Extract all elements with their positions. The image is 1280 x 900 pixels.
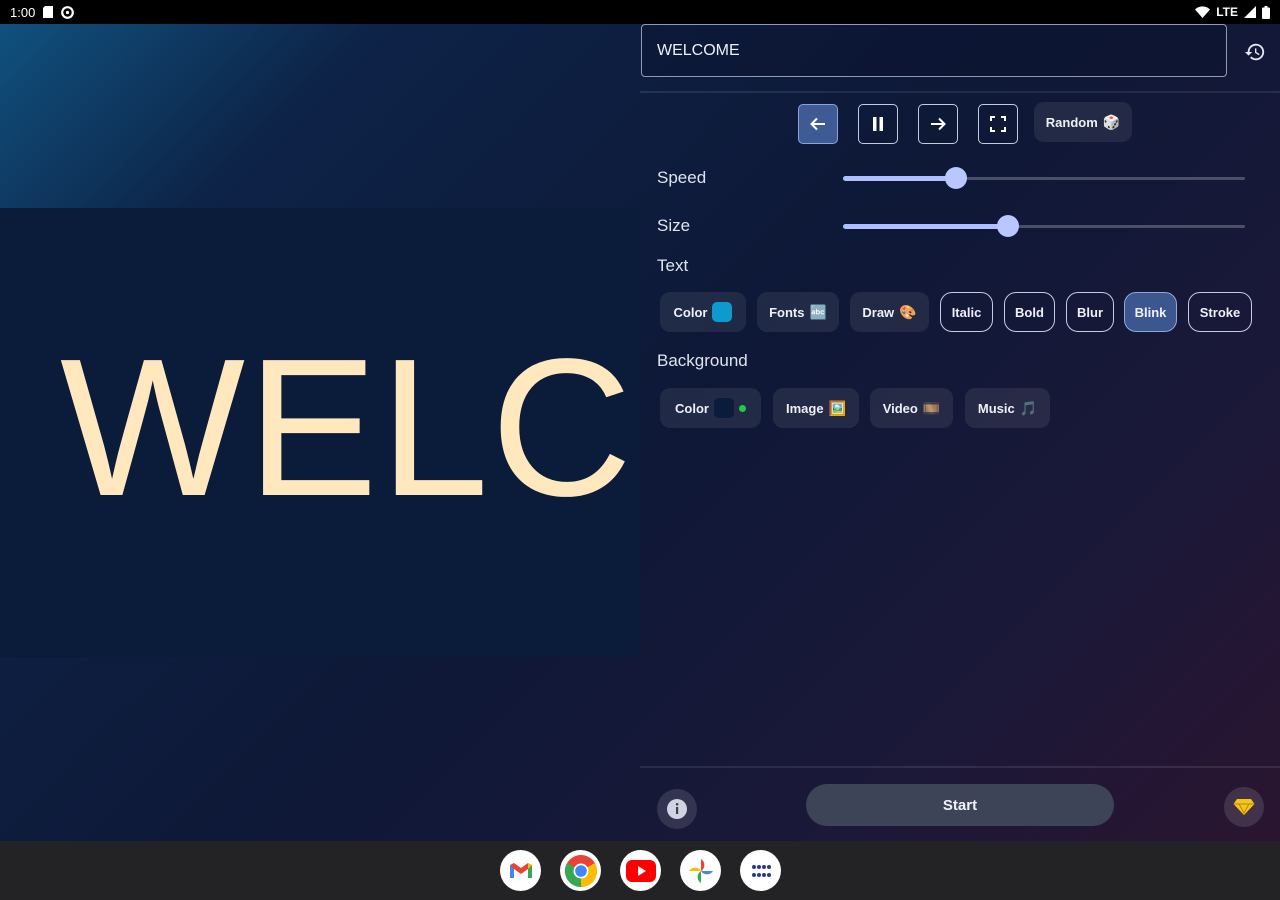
size-slider-fill: [843, 224, 1008, 229]
blink-toggle[interactable]: Blink: [1124, 292, 1177, 332]
speed-label: Speed: [657, 168, 707, 187]
premium-button[interactable]: [1224, 787, 1264, 827]
youtube-app-button[interactable]: [620, 850, 661, 891]
scroll-left-button[interactable]: [798, 104, 838, 144]
battery-icon: [1262, 5, 1270, 19]
size-label: Size: [657, 216, 691, 235]
background-color-chip[interactable]: Color: [660, 388, 761, 428]
music-note-icon: 🎵: [1019, 399, 1038, 416]
sd-card-icon: [43, 6, 54, 18]
network-type: LTE: [1216, 5, 1238, 19]
background-video-chip[interactable]: Video 🎞️: [870, 388, 953, 428]
size-slider[interactable]: [843, 215, 1245, 237]
status-bar: 1:00 LTE: [0, 0, 1280, 24]
fonts-icon: 🔤: [809, 303, 827, 320]
text-color-chip[interactable]: Color: [660, 292, 746, 332]
photos-icon: [687, 857, 715, 885]
fullscreen-icon: [990, 116, 1006, 132]
blur-toggle[interactable]: Blur: [1066, 292, 1114, 332]
taskbar: [0, 841, 1280, 900]
preview-area[interactable]: WELCOME: [0, 208, 640, 657]
history-button[interactable]: [1243, 40, 1267, 64]
background-video-label: Video: [882, 400, 918, 416]
history-icon: [1244, 41, 1266, 63]
info-button[interactable]: [657, 789, 697, 829]
app-launcher-icon: [751, 864, 771, 878]
wifi-icon: [1195, 6, 1211, 18]
blur-label: Blur: [1077, 304, 1103, 320]
background-image-label: Image: [785, 400, 824, 416]
gmail-app-button[interactable]: [500, 850, 541, 891]
background-section-heading: Background: [657, 351, 748, 370]
message-input-value: WELCOME: [657, 41, 740, 59]
palette-icon: 🎨: [899, 303, 917, 320]
background-image-chip[interactable]: Image 🖼️: [773, 388, 859, 428]
gmail-icon: [509, 862, 533, 880]
text-color-swatch: [712, 302, 733, 322]
settings-panel: WELCOME Random 🎲 Speed Size Text Color F…: [640, 24, 1280, 841]
arrow-left-icon: [809, 115, 827, 133]
text-section-heading: Text: [657, 256, 689, 275]
chrome-icon: [564, 854, 598, 888]
size-slider-thumb[interactable]: [996, 215, 1019, 237]
fonts-chip[interactable]: Fonts 🔤: [757, 292, 839, 332]
blink-label: Blink: [1134, 304, 1167, 320]
signal-icon: [1244, 6, 1256, 18]
fonts-label: Fonts: [769, 304, 805, 320]
app-window: WELCOME WELCOME: [0, 24, 1280, 841]
info-icon: [666, 798, 688, 820]
stroke-toggle[interactable]: Stroke: [1188, 292, 1252, 332]
speed-slider-thumb[interactable]: [944, 167, 967, 189]
image-icon: 🖼️: [828, 399, 846, 416]
background-music-chip[interactable]: Music 🎵: [965, 388, 1050, 428]
draw-label: Draw: [862, 304, 895, 320]
fullscreen-button[interactable]: [978, 104, 1018, 144]
draw-chip[interactable]: Draw 🎨: [850, 292, 929, 332]
film-icon: 🎞️: [922, 399, 941, 416]
random-button[interactable]: Random 🎲: [1034, 102, 1132, 142]
background-color-label: Color: [675, 400, 709, 416]
pause-icon: [871, 116, 885, 132]
speed-slider-fill: [843, 176, 956, 181]
app-launcher-button[interactable]: [740, 850, 781, 891]
random-label: Random: [1045, 114, 1098, 130]
scroll-right-button[interactable]: [918, 104, 958, 144]
stroke-label: Stroke: [1199, 304, 1241, 320]
bold-label: Bold: [1015, 304, 1044, 320]
top-divider: [640, 91, 1280, 93]
bold-toggle[interactable]: Bold: [1004, 292, 1055, 332]
chrome-app-button[interactable]: [560, 850, 601, 891]
background-color-swatch: [713, 398, 734, 418]
speed-slider[interactable]: [843, 167, 1245, 189]
arrow-right-icon: [929, 115, 947, 133]
message-input[interactable]: WELCOME: [641, 24, 1227, 77]
settings-gear-icon: [61, 5, 75, 19]
background-music-label: Music: [977, 400, 1015, 416]
photos-app-button[interactable]: [680, 850, 721, 891]
italic-toggle[interactable]: Italic: [940, 292, 993, 332]
start-label: Start: [942, 796, 978, 814]
diamond-icon: [1233, 798, 1255, 816]
youtube-icon: [625, 859, 656, 882]
bottom-divider: [640, 766, 1280, 768]
start-button[interactable]: Start: [806, 784, 1114, 826]
text-color-label: Color: [673, 304, 708, 320]
pause-button[interactable]: [858, 104, 898, 144]
background-color-indicator: [738, 404, 746, 412]
italic-label: Italic: [951, 304, 982, 320]
dice-icon: 🎲: [1102, 113, 1121, 130]
scrolling-text-preview: WELCOME: [60, 318, 640, 537]
status-time: 1:00: [10, 4, 36, 20]
